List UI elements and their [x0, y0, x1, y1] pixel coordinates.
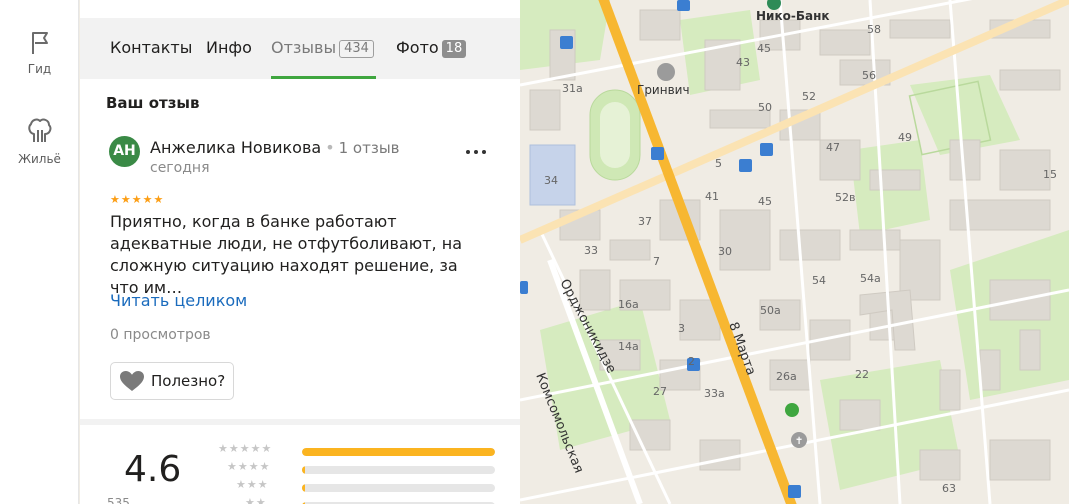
useful-button[interactable]: Полезно?: [110, 362, 235, 400]
stadium-field: [600, 102, 630, 168]
svg-text:37: 37: [638, 215, 652, 228]
rail-item-guide-label: Гид: [27, 62, 52, 76]
distribution-bar-4: [302, 466, 495, 474]
pharmacy-poi-icon[interactable]: [785, 403, 799, 417]
svg-text:50: 50: [758, 101, 772, 114]
avatar[interactable]: АН: [109, 136, 140, 167]
svg-text:5: 5: [715, 157, 722, 170]
tab-reviews-label: Отзывы: [271, 38, 337, 57]
review-author: Анжелика Новикова • 1 отзыв: [150, 138, 400, 157]
svg-text:33: 33: [584, 244, 598, 257]
review-views: 0 просмотров: [110, 327, 211, 343]
distribution-bar-5: [302, 448, 495, 456]
rail-item-housing-label: Жильё: [18, 152, 61, 166]
svg-text:34: 34: [544, 174, 558, 187]
heart-icon: [120, 371, 144, 391]
grinvich-label[interactable]: Гринвич: [637, 83, 690, 97]
map-view[interactable]: Нико-Банк Гринвич ✝ 8 Марта Орджоникидзе…: [520, 0, 1069, 504]
tab-contacts[interactable]: Контакты: [110, 38, 192, 57]
read-more-link[interactable]: Читать целиком: [110, 291, 247, 310]
housing-icon: [27, 118, 51, 142]
mall-poi-icon[interactable]: [657, 63, 675, 81]
rating-count: 535: [107, 496, 130, 504]
tab-info-label: Инфо: [206, 38, 252, 57]
svg-text:56: 56: [862, 69, 876, 82]
tab-info[interactable]: Инфо: [206, 38, 252, 57]
distribution-stars-3: ★★★: [218, 478, 269, 491]
review-text: Приятно, когда в банке работают адекватн…: [110, 212, 462, 297]
flag-icon: [31, 32, 48, 54]
your-review-title: Ваш отзыв: [106, 94, 200, 112]
svg-text:31а: 31а: [562, 82, 583, 95]
distribution-fill-3: [302, 484, 305, 492]
tab-contacts-label: Контакты: [110, 38, 193, 57]
author-reviews-count: 1 отзыв: [338, 139, 400, 157]
tab-bar: Контакты Инфо Отзывы 434 Фото 18: [80, 18, 520, 79]
active-tab-indicator: [271, 76, 376, 79]
author-name[interactable]: Анжелика Новикова: [150, 138, 321, 157]
cross-icon: ✝: [795, 436, 803, 447]
svg-text:49: 49: [898, 131, 912, 144]
left-rail: Гид Жильё: [0, 0, 79, 504]
svg-text:63: 63: [942, 482, 956, 495]
rail-item-housing[interactable]: Жильё: [0, 116, 79, 166]
tab-reviews[interactable]: Отзывы 434: [271, 38, 374, 58]
distribution-fill-4: [302, 466, 305, 474]
svg-text:27: 27: [653, 385, 667, 398]
svg-text:47: 47: [826, 141, 840, 154]
svg-text:52: 52: [802, 90, 816, 103]
tab-photos-label: Фото: [396, 38, 439, 57]
svg-text:58: 58: [867, 23, 881, 36]
review-date: сегодня: [150, 160, 210, 176]
reviews-count-badge: 434: [339, 40, 374, 58]
svg-text:33а: 33а: [704, 387, 725, 400]
rail-item-guide[interactable]: Гид: [0, 30, 79, 76]
svg-text:43: 43: [736, 56, 750, 69]
distribution-stars-2: ★★: [218, 496, 267, 504]
separator-dot: •: [325, 138, 335, 157]
svg-text:14а: 14а: [618, 340, 639, 353]
svg-text:54а: 54а: [860, 272, 881, 285]
svg-text:3: 3: [678, 322, 685, 335]
distribution-stars-4: ★★★★: [218, 460, 271, 473]
section-divider: [80, 419, 520, 425]
tab-photos[interactable]: Фото 18: [396, 38, 467, 58]
distribution-stars-5: ★★★★★: [218, 442, 273, 455]
svg-text:7: 7: [653, 255, 660, 268]
more-options-icon[interactable]: [464, 141, 488, 161]
svg-text:45: 45: [758, 195, 772, 208]
photos-count-badge: 18: [441, 40, 467, 58]
useful-button-label: Полезно?: [151, 372, 226, 390]
svg-text:52в: 52в: [835, 191, 855, 204]
svg-text:26а: 26а: [776, 370, 797, 383]
svg-text:15: 15: [1043, 168, 1057, 181]
svg-text:16а: 16а: [618, 298, 639, 311]
svg-text:2: 2: [688, 355, 695, 368]
organization-panel: Контакты Инфо Отзывы 434 Фото 18 Ваш отзыв…: [80, 0, 520, 504]
svg-text:30: 30: [718, 245, 732, 258]
bank-label[interactable]: Нико-Банк: [756, 9, 830, 23]
svg-text:22: 22: [855, 368, 869, 381]
average-rating: 4.6: [124, 449, 182, 490]
svg-text:45: 45: [757, 42, 771, 55]
svg-text:41: 41: [705, 190, 719, 203]
distribution-bar-3: [302, 484, 495, 492]
review-stars: ★★★★★: [110, 193, 165, 206]
distribution-fill-5: [302, 448, 495, 456]
map-canvas[interactable]: Нико-Банк Гринвич ✝ 8 Марта Орджоникидзе…: [520, 0, 1069, 504]
svg-text:50а: 50а: [760, 304, 781, 317]
svg-text:54: 54: [812, 274, 826, 287]
